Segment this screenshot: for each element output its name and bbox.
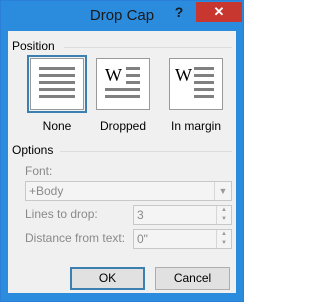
- spin-down-icon[interactable]: ▼: [217, 215, 231, 224]
- none-preview-icon[interactable]: [27, 55, 87, 113]
- dropped-label: Dropped: [99, 119, 147, 133]
- position-option-in-margin[interactable]: W In margin: [166, 58, 226, 133]
- in-margin-preview-icon[interactable]: W: [169, 58, 223, 110]
- position-divider: [64, 47, 232, 48]
- lines-to-drop-label: Lines to drop:: [25, 207, 98, 221]
- spin-up-icon[interactable]: ▲: [217, 206, 231, 215]
- options-group-label: Options: [12, 143, 54, 157]
- position-option-dropped[interactable]: W Dropped: [93, 58, 153, 133]
- spin-down-icon[interactable]: ▼: [217, 239, 231, 248]
- chevron-down-icon[interactable]: ▼: [214, 182, 231, 200]
- help-button[interactable]: ?: [171, 4, 187, 22]
- title-bar: Drop Cap ? ✕: [1, 1, 243, 31]
- close-button[interactable]: ✕: [196, 2, 242, 22]
- none-label: None: [42, 119, 72, 133]
- in-margin-label: In margin: [170, 119, 222, 133]
- font-combobox[interactable]: +Body ▼: [25, 181, 232, 201]
- options-divider: [60, 151, 232, 152]
- ok-button[interactable]: OK: [70, 267, 145, 290]
- distance-from-text-spinner[interactable]: 0" ▲ ▼: [133, 229, 232, 249]
- position-option-none[interactable]: None: [27, 55, 87, 133]
- lines-to-drop-spinner[interactable]: 3 ▲ ▼: [133, 205, 232, 225]
- dialog-body: Position None W Dropped W In margin Opti…: [8, 31, 236, 293]
- cancel-button[interactable]: Cancel: [155, 267, 230, 290]
- dropped-preview-icon[interactable]: W: [96, 58, 150, 110]
- drop-cap-dialog: Drop Cap ? ✕ Position None W Dropped W I…: [0, 0, 244, 302]
- in-margin-glyph: W: [175, 65, 192, 85]
- spin-up-icon[interactable]: ▲: [217, 230, 231, 239]
- distance-from-text-value: 0": [137, 232, 148, 246]
- distance-from-text-label: Distance from text:: [25, 231, 126, 245]
- lines-to-drop-spin-buttons[interactable]: ▲ ▼: [216, 206, 231, 224]
- close-icon: ✕: [213, 4, 225, 19]
- font-label: Font:: [25, 164, 53, 178]
- dropped-glyph: W: [105, 65, 122, 85]
- font-value: +Body: [29, 184, 64, 198]
- position-group-label: Position: [12, 39, 55, 53]
- lines-to-drop-value: 3: [137, 208, 144, 222]
- distance-spin-buttons[interactable]: ▲ ▼: [216, 230, 231, 248]
